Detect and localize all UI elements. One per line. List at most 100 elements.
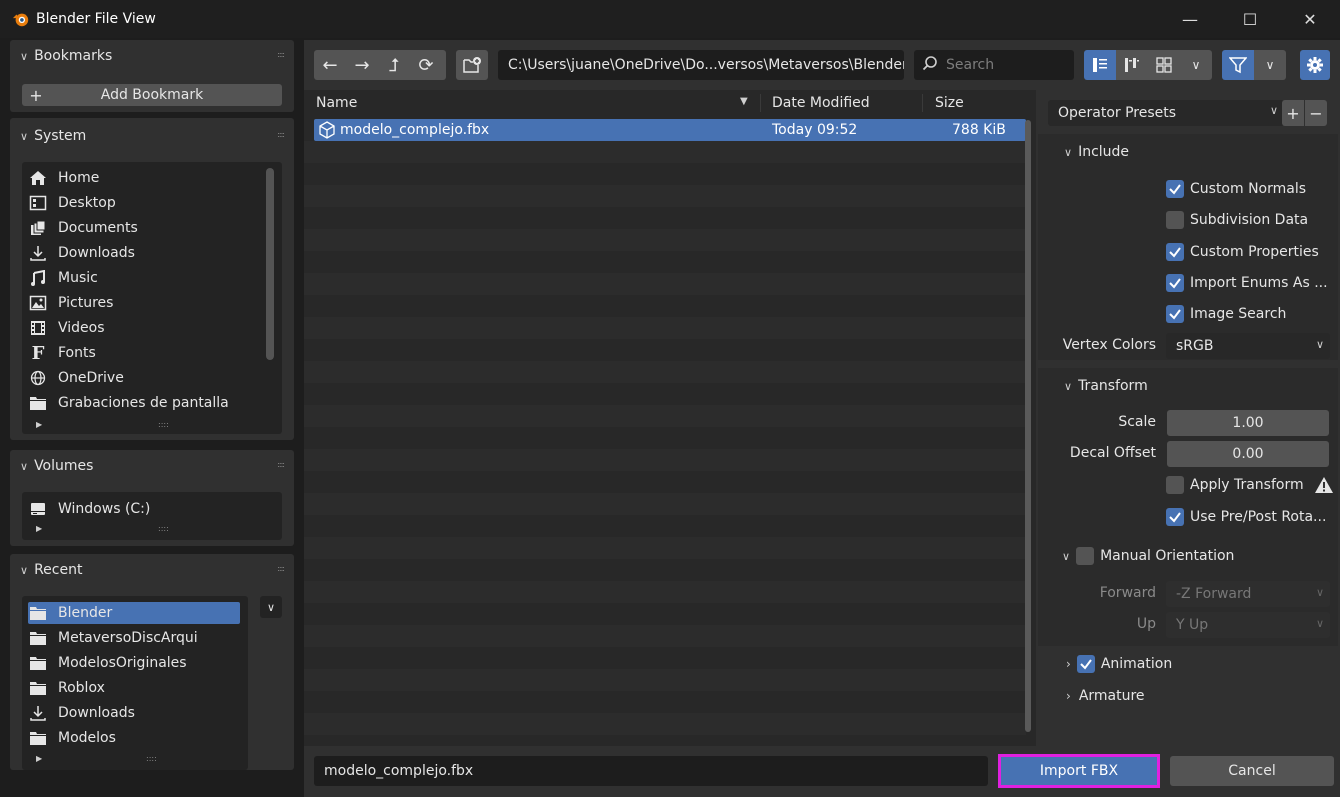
display-settings-chevron-icon[interactable]: ∨ bbox=[1180, 50, 1212, 80]
back-arrow-icon[interactable]: ← bbox=[314, 50, 346, 80]
cancel-button[interactable]: Cancel bbox=[1170, 756, 1334, 786]
file-list[interactable]: Name ▼ Date Modified Size modelo_complej… bbox=[304, 90, 1036, 746]
refresh-icon[interactable]: ⟳ bbox=[410, 50, 442, 80]
operator-presets-label: Operator Presets bbox=[1058, 105, 1177, 121]
forward-dropdown[interactable]: -Z Forward ∨ bbox=[1166, 581, 1330, 607]
subdivision-data-checkbox[interactable]: Subdivision Data bbox=[1166, 209, 1308, 231]
import-fbx-button[interactable]: Import FBX bbox=[998, 754, 1160, 788]
bookmarks-header[interactable]: ∨ Bookmarks :::: bbox=[10, 40, 294, 72]
column-divider[interactable] bbox=[760, 94, 761, 112]
system-header[interactable]: ∨ System :::: bbox=[10, 120, 294, 152]
column-header-date[interactable]: Date Modified bbox=[772, 90, 870, 116]
sidebar-item-pictures[interactable]: Pictures bbox=[28, 292, 113, 314]
sidebar-item-onedrive[interactable]: OneDrive bbox=[28, 367, 124, 389]
armature-header[interactable]: › Armature bbox=[1066, 685, 1145, 707]
search-input[interactable]: Search bbox=[914, 50, 1074, 80]
sidebar-item-downloads[interactable]: Downloads bbox=[28, 242, 135, 264]
sidebar-item-label: Modelos bbox=[58, 730, 116, 746]
drag-grip-icon[interactable]: :::: bbox=[277, 50, 285, 59]
custom-properties-checkbox[interactable]: Custom Properties bbox=[1166, 241, 1319, 263]
new-folder-button[interactable] bbox=[456, 50, 488, 80]
close-button[interactable]: ✕ bbox=[1280, 0, 1340, 38]
chevron-right-icon: › bbox=[1066, 689, 1071, 703]
checkmark-icon[interactable] bbox=[1076, 655, 1095, 673]
horizontal-list-view-icon[interactable] bbox=[1116, 50, 1148, 80]
file-list-scrollbar[interactable] bbox=[1025, 120, 1031, 732]
minimize-button[interactable]: — bbox=[1160, 0, 1220, 38]
sort-desc-icon[interactable]: ▼ bbox=[740, 96, 748, 107]
row-stripe bbox=[304, 647, 1026, 669]
sidebar-item-videos[interactable]: Videos bbox=[28, 317, 105, 339]
recent-menu-chevron-icon[interactable]: ∨ bbox=[260, 596, 282, 618]
recent-item-downloads[interactable]: Downloads bbox=[28, 702, 135, 724]
checkbox-empty-icon[interactable] bbox=[1076, 547, 1095, 565]
sidebar-item-label: Blender bbox=[58, 605, 113, 621]
row-stripe bbox=[304, 669, 1026, 691]
up-dropdown[interactable]: Y Up ∨ bbox=[1166, 612, 1330, 638]
resize-grip-icon[interactable]: :::: bbox=[158, 420, 169, 429]
operator-presets-dropdown[interactable]: Operator Presets ∨ bbox=[1048, 100, 1284, 126]
vertical-list-view-icon[interactable] bbox=[1084, 50, 1116, 80]
expand-arrow-icon[interactable]: ▶ bbox=[36, 754, 42, 763]
custom-normals-checkbox[interactable]: Custom Normals bbox=[1166, 178, 1306, 200]
apply-transform-checkbox[interactable]: Apply Transform bbox=[1166, 474, 1334, 496]
volumes-header[interactable]: ∨ Volumes :::: bbox=[10, 450, 294, 482]
vertex-colors-dropdown[interactable]: sRGB ∨ bbox=[1166, 333, 1330, 359]
scale-input[interactable]: 1.00 bbox=[1167, 410, 1329, 436]
file-row[interactable]: modelo_complejo.fbx Today 09:52 788 KiB bbox=[314, 119, 1026, 141]
sidebar-item-documents[interactable]: Documents bbox=[28, 217, 138, 239]
resize-grip-icon[interactable]: :::: bbox=[158, 524, 169, 533]
use-prepost-rotation-checkbox[interactable]: Use Pre/Post Rota... bbox=[1166, 506, 1326, 528]
decal-offset-input[interactable]: 0.00 bbox=[1167, 441, 1329, 467]
documents-icon bbox=[28, 219, 48, 237]
parent-directory-icon[interactable]: ⮥ bbox=[378, 50, 410, 80]
recent-header[interactable]: ∨ Recent :::: bbox=[10, 554, 294, 586]
sidebar-item-fonts[interactable]: F Fonts bbox=[28, 342, 96, 364]
sidebar-item-desktop[interactable]: Desktop bbox=[28, 192, 116, 214]
import-enums-checkbox[interactable]: Import Enums As ... bbox=[1166, 272, 1328, 294]
recent-item-roblox[interactable]: Roblox bbox=[28, 677, 105, 699]
column-size-label: Size bbox=[935, 95, 964, 111]
recent-item-metaversodiscarqui[interactable]: MetaversoDiscArqui bbox=[28, 627, 198, 649]
drag-grip-icon[interactable]: :::: bbox=[277, 460, 285, 469]
recent-item-blender[interactable]: Blender bbox=[28, 602, 240, 624]
expand-arrow-icon[interactable]: ▶ bbox=[36, 420, 42, 429]
recent-item-modelos[interactable]: Modelos bbox=[28, 727, 116, 749]
include-header[interactable]: ∨ Include bbox=[1064, 140, 1129, 164]
filter-icon[interactable] bbox=[1222, 50, 1254, 80]
row-stripe bbox=[304, 581, 1026, 603]
folder-icon bbox=[28, 654, 48, 672]
recent-item-modelosoriginales[interactable]: ModelosOriginales bbox=[28, 652, 187, 674]
sidebar-item-music[interactable]: Music bbox=[28, 267, 98, 289]
sidebar-item-home[interactable]: Home bbox=[28, 167, 99, 189]
column-header-name[interactable]: Name bbox=[316, 90, 357, 116]
animation-header[interactable]: › Animation bbox=[1066, 653, 1172, 675]
column-divider[interactable] bbox=[922, 94, 923, 112]
image-search-checkbox[interactable]: Image Search bbox=[1166, 303, 1286, 325]
remove-preset-button[interactable]: − bbox=[1305, 100, 1327, 126]
column-header-size[interactable]: Size bbox=[935, 90, 964, 116]
resize-grip-icon[interactable]: :::: bbox=[146, 754, 157, 763]
settings-gear-icon[interactable] bbox=[1300, 50, 1330, 80]
checkbox-label: Apply Transform bbox=[1190, 477, 1304, 493]
chevron-down-icon: ∨ bbox=[1315, 586, 1324, 599]
filter-settings-chevron-icon[interactable]: ∨ bbox=[1254, 50, 1286, 80]
thumbnail-view-icon[interactable] bbox=[1148, 50, 1180, 80]
directory-path-input[interactable]: C:\Users\juane\OneDrive\Do...versos\Meta… bbox=[498, 50, 904, 80]
sidebar-item-grabaciones[interactable]: Grabaciones de pantalla bbox=[28, 392, 229, 414]
system-list-scrollbar[interactable] bbox=[266, 168, 274, 360]
maximize-button[interactable]: ☐ bbox=[1220, 0, 1280, 38]
forward-arrow-icon[interactable]: → bbox=[346, 50, 378, 80]
manual-orientation-header[interactable]: ∨ Manual Orientation bbox=[1062, 545, 1234, 567]
expand-arrow-icon[interactable]: ▶ bbox=[36, 524, 42, 533]
add-preset-button[interactable]: + bbox=[1282, 100, 1304, 126]
filename-input[interactable]: modelo_complejo.fbx bbox=[314, 756, 988, 786]
add-bookmark-button[interactable]: + Add Bookmark bbox=[22, 84, 282, 106]
drag-grip-icon[interactable]: :::: bbox=[277, 130, 285, 139]
drag-grip-icon[interactable]: :::: bbox=[277, 564, 285, 573]
row-stripe bbox=[304, 339, 1026, 361]
sidebar-item-windows-c[interactable]: Windows (C:) bbox=[28, 498, 150, 520]
row-stripe bbox=[304, 515, 1026, 537]
transform-header[interactable]: ∨ Transform bbox=[1064, 374, 1148, 398]
nav-button-group: ← → ⮥ ⟳ bbox=[314, 50, 446, 80]
